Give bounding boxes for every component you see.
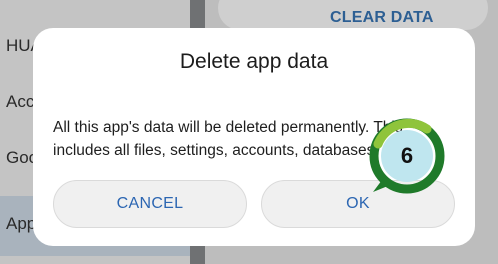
step-number: 6 bbox=[400, 143, 414, 168]
dialog-title: Delete app data bbox=[179, 50, 329, 73]
cancel-button[interactable]: CANCEL bbox=[53, 180, 247, 228]
clear-data-label: CLEAR DATA bbox=[330, 9, 434, 26]
list-item: Acc bbox=[6, 92, 35, 111]
list-item-label: App bbox=[6, 214, 37, 233]
step-badge: 6 bbox=[365, 114, 449, 198]
